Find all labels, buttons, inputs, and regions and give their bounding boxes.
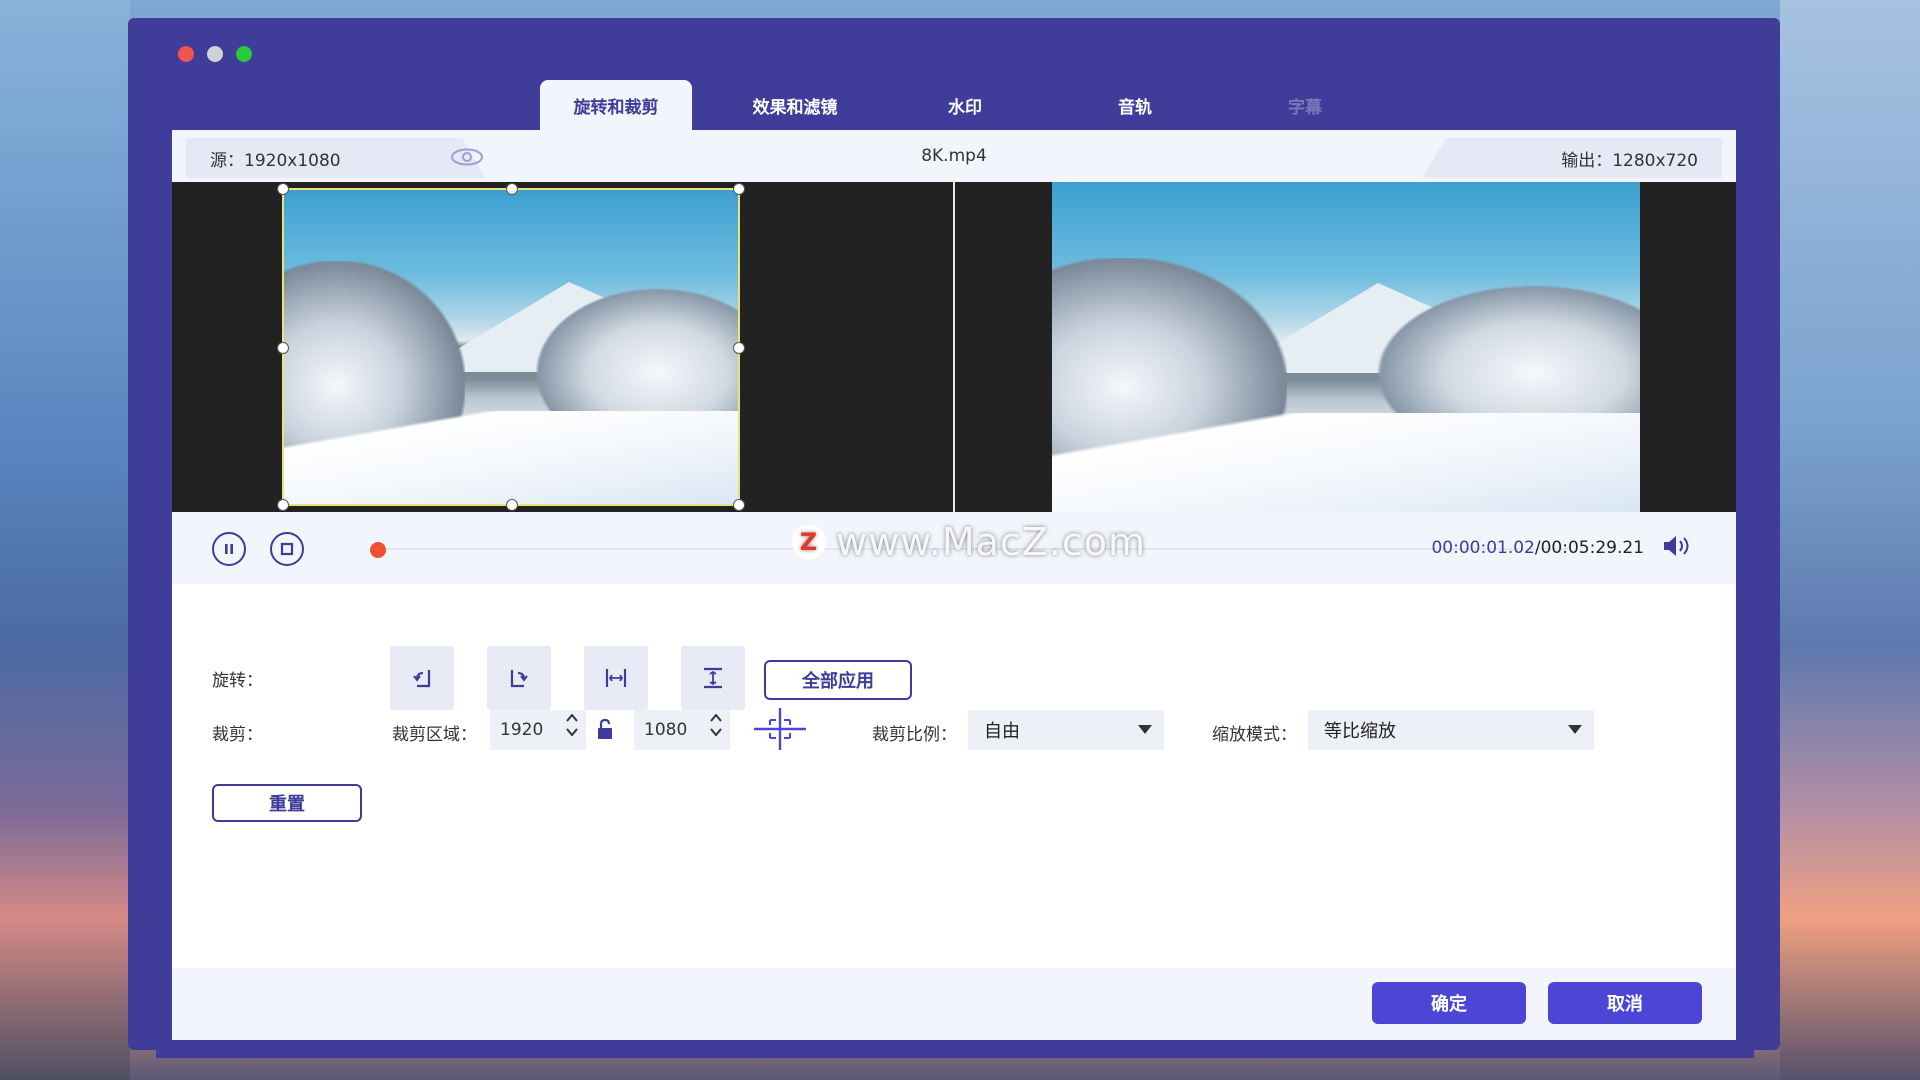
time-display: 00:00:01.02/00:05:29.21 [1431,538,1644,558]
preview-divider [953,182,955,512]
crop-handle-left[interactable] [277,342,289,354]
close-window-button[interactable] [178,46,194,62]
crop-dialog-window: 旋转和裁剪 效果和滤镜 水印 音轨 字幕 源：1920x1080 8K.mp4 … [156,26,1754,1058]
minimize-window-button[interactable] [207,46,223,62]
crop-width-stepper[interactable]: 1920 [490,710,586,750]
rotate-right-icon [510,670,528,688]
crop-handle-right[interactable] [733,342,745,354]
output-resolution: 输出：1280x720 [1422,138,1722,178]
flip-horizontal-button[interactable] [584,646,648,710]
crop-height-value: 1080 [644,720,688,740]
confirm-button[interactable]: 确定 [1372,982,1526,1024]
crop-ratio-label: 裁剪比例： [872,725,957,745]
cancel-button[interactable]: 取消 [1548,982,1702,1024]
dialog-footer: 确定 取消 [172,968,1736,1040]
crop-height-stepper[interactable]: 1080 [634,710,730,750]
window-controls [178,46,252,62]
watermark-text: www.MacZ.com [836,520,1147,564]
crop-label: 裁剪： [212,725,263,745]
tab-rotate-crop[interactable]: 旋转和裁剪 [540,80,692,130]
crop-ratio-value: 自由 [984,721,1020,742]
progress-knob[interactable] [370,542,386,558]
dropdown-caret-icon [1568,725,1582,734]
rotate-label: 旋转： [212,671,263,691]
tab-effects-filters[interactable]: 效果和滤镜 [710,80,880,130]
tab-subtitles[interactable]: 字幕 [1220,80,1390,130]
crop-ratio-select[interactable]: 自由 [968,710,1164,750]
reset-button[interactable]: 重置 [212,784,362,822]
crop-width-value: 1920 [500,720,544,740]
info-bar: 源：1920x1080 8K.mp4 输出：1280x720 [172,130,1736,182]
crop-frame[interactable] [277,183,745,511]
zoom-mode-value: 等比缩放 [1324,721,1396,742]
crop-handle-top-left[interactable] [277,183,289,195]
tab-watermark[interactable]: 水印 [880,80,1050,130]
zoom-mode-label: 缩放模式： [1212,725,1297,745]
crop-area-label: 裁剪区域： [392,725,477,745]
stop-button[interactable] [270,532,304,566]
preview-area [172,182,1736,512]
total-time: 00:05:29.21 [1540,538,1644,558]
tab-audio-track[interactable]: 音轨 [1050,80,1220,130]
pause-button[interactable] [212,532,246,566]
rotate-right-button[interactable] [487,646,551,710]
rotate-left-icon [413,670,431,688]
dropdown-caret-icon [1138,725,1152,734]
rotate-left-button[interactable] [390,646,454,710]
output-preview-image [1052,182,1640,512]
chevron-up-icon[interactable] [566,714,578,722]
editor-tabs: 旋转和裁剪 效果和滤镜 水印 音轨 字幕 [540,80,1390,130]
chevron-up-icon[interactable] [710,714,722,722]
chevron-down-icon[interactable] [710,728,722,736]
crop-height-arrows[interactable] [710,714,722,736]
crop-handle-top-right[interactable] [733,183,745,195]
editor-panel: 源：1920x1080 8K.mp4 输出：1280x720 Z www.Mac… [172,130,1736,1040]
unlock-icon[interactable] [596,718,614,744]
crop-width-arrows[interactable] [566,714,578,736]
current-time: 00:00:01.02 [1431,538,1535,558]
site-watermark: Z www.MacZ.com [792,520,1146,564]
desktop-background-right [1780,0,1920,1080]
desktop-background-left [0,0,130,1080]
center-crop-icon[interactable] [752,706,808,756]
chevron-down-icon[interactable] [566,728,578,736]
crop-handle-bottom-right[interactable] [733,499,745,511]
crop-handle-top[interactable] [506,183,518,195]
zoom-window-button[interactable] [236,46,252,62]
crop-handle-bottom-left[interactable] [277,499,289,511]
volume-icon[interactable] [1662,534,1692,562]
pause-icon [225,544,233,554]
flip-horizontal-icon [605,669,627,687]
apply-all-button[interactable]: 全部应用 [764,660,912,700]
stop-icon [280,542,294,556]
flip-vertical-button[interactable] [681,646,745,710]
watermark-logo: Z [792,525,826,559]
playback-bar: Z www.MacZ.com 00:00:01.02/00:05:29.21 [172,512,1736,584]
crop-handle-bottom[interactable] [506,499,518,511]
flip-vertical-icon [704,667,722,689]
zoom-mode-select[interactable]: 等比缩放 [1308,710,1594,750]
